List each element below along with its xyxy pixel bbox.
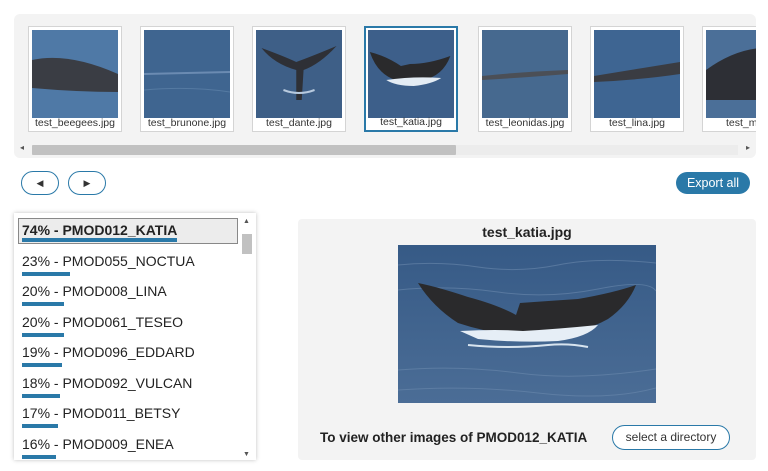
gallery-horizontal-scrollbar[interactable]: ◂ ▸ (18, 142, 752, 156)
thumbnail-image (144, 30, 230, 118)
scroll-up-icon[interactable]: ▲ (243, 218, 250, 225)
arrow-right-icon: ▶ (83, 177, 91, 188)
thumbnail-filename: test_lina.jpg (608, 117, 666, 129)
gallery-thumbnail[interactable]: test_brunone.jpg (140, 26, 234, 132)
thumbnail-filename: test_katia.jpg (380, 116, 442, 128)
result-label: 23% - PMOD055_NOCTUA (22, 252, 195, 269)
gallery-thumbnail[interactable]: test_mark (702, 26, 756, 132)
result-label: 20% - PMOD061_TESEO (22, 313, 184, 330)
thumbnail-strip: test_beegees.jpg test_brunone.jpg test_dan… (14, 26, 756, 132)
thumbnail-image (594, 30, 680, 118)
preview-image (398, 245, 656, 403)
result-label: 74% - PMOD012_KATIA (22, 222, 178, 238)
thumbnail-filename: test_mark (725, 117, 756, 129)
export-all-button[interactable]: Export all (676, 172, 750, 194)
thumbnail-image (256, 30, 342, 118)
result-label: 19% - PMOD096_EDDARD (22, 344, 195, 360)
preview-panel: test_katia.jpg To view other images of P… (298, 219, 756, 460)
other-images-hint: To view other images of PMOD012_KATIA (320, 430, 588, 445)
thumbnail-filename: test_dante.jpg (266, 117, 332, 129)
scroll-right-icon[interactable]: ▸ (746, 143, 750, 152)
select-directory-button[interactable]: select a directory (612, 425, 730, 450)
score-bar (22, 302, 64, 306)
score-bar (22, 332, 64, 337)
result-item[interactable]: 16% - PMOD009_ENEA (18, 432, 238, 459)
result-label: 18% - PMOD092_VULCAN (22, 374, 193, 391)
score-bar (22, 393, 60, 398)
result-label: 20% - PMOD008_LINA (22, 283, 167, 299)
scrollbar-thumb[interactable] (242, 234, 252, 254)
scroll-down-icon[interactable]: ▼ (243, 451, 250, 458)
score-bar (22, 454, 56, 459)
thumbnail-filename: test_beegees.jpg (35, 117, 115, 129)
gallery-thumbnail[interactable]: test_dante.jpg (252, 26, 346, 132)
thumbnail-filename: test_leonidas.jpg (485, 117, 565, 129)
result-item[interactable]: 20% - PMOD061_TESEO (18, 310, 238, 337)
gallery-thumbnail[interactable]: test_katia.jpg (364, 26, 458, 132)
result-item[interactable]: 19% - PMOD096_EDDARD (18, 340, 238, 367)
result-item[interactable]: 23% - PMOD055_NOCTUA (18, 249, 238, 276)
score-bar (22, 363, 62, 367)
thumbnail-image (32, 30, 118, 118)
result-item[interactable]: 18% - PMOD092_VULCAN (18, 371, 238, 398)
scrollbar-thumb[interactable] (32, 145, 456, 155)
gallery-thumbnail[interactable]: test_leonidas.jpg (478, 26, 572, 132)
result-item[interactable]: 17% - PMOD011_BETSY (18, 401, 238, 428)
score-bar (22, 238, 177, 242)
gallery-thumbnail[interactable]: test_lina.jpg (590, 26, 684, 132)
results-vertical-scrollbar[interactable]: ▲ ▼ (242, 218, 252, 458)
score-bar (22, 424, 58, 428)
result-item[interactable]: 20% - PMOD008_LINA (18, 279, 238, 306)
result-item[interactable]: 74% - PMOD012_KATIA (18, 218, 238, 244)
preview-title: test_katia.jpg (482, 224, 572, 240)
score-bar (22, 271, 70, 276)
thumbnail-image (706, 30, 756, 118)
arrow-left-icon: ◀ (36, 177, 44, 188)
result-label: 17% - PMOD011_BETSY (22, 405, 181, 421)
match-results-list: 74% - PMOD012_KATIA 23% - PMOD055_NOCTUA 2… (14, 213, 256, 460)
previous-image-button[interactable]: ◀ (21, 171, 59, 195)
gallery-thumbnail[interactable]: test_beegees.jpg (28, 26, 122, 132)
scrollbar-track[interactable] (32, 145, 738, 155)
thumbnail-image (482, 30, 568, 118)
thumbnail-image (368, 30, 454, 118)
image-gallery: test_beegees.jpg test_brunone.jpg test_dan… (14, 14, 756, 158)
thumbnail-filename: test_brunone.jpg (147, 117, 227, 129)
scroll-left-icon[interactable]: ◂ (20, 143, 24, 152)
next-image-button[interactable]: ▶ (68, 171, 106, 195)
result-label: 16% - PMOD009_ENEA (22, 435, 174, 452)
